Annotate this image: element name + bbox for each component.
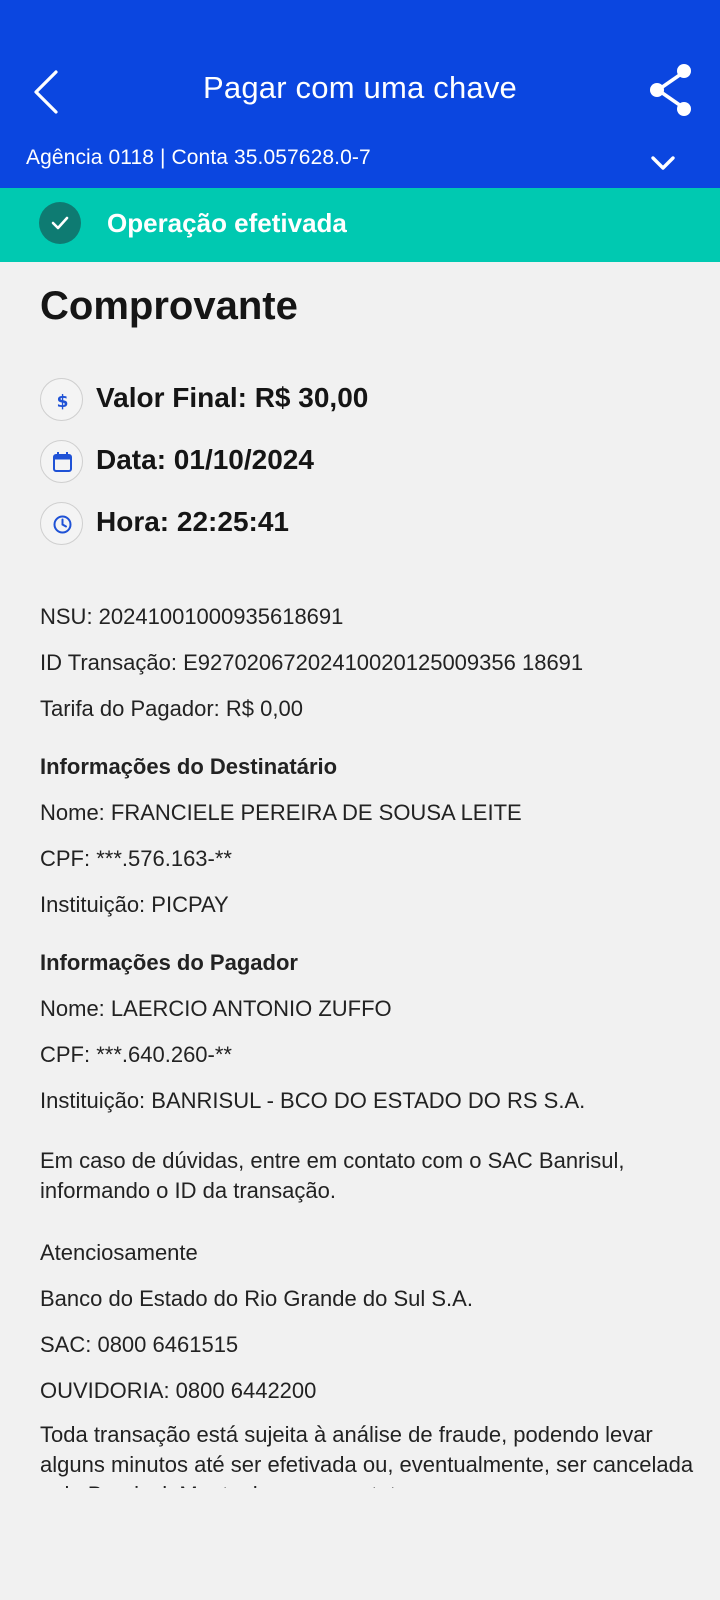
payer-name: Nome: LAERCIO ANTONIO ZUFFO	[40, 996, 392, 1021]
fraud-notice-container: Toda transação está sujeita à análise de…	[0, 1408, 720, 1488]
page-title: Pagar com uma chave	[203, 70, 517, 105]
transaction-id-line: ID Transação: E9270206720241002012500935…	[40, 650, 584, 675]
doubts-text: Em caso de dúvidas, entre em contato com…	[40, 1148, 625, 1203]
account-expand-button[interactable]	[648, 148, 678, 178]
final-value: Valor Final: R$ 30,00	[96, 382, 369, 413]
recipient-cpf: CPF: ***.576.163-**	[40, 846, 232, 871]
status-text: Operação efetivada	[107, 208, 347, 238]
recipient-section-title: Informações do Destinatário	[40, 754, 338, 779]
dollar-icon: $	[40, 378, 83, 421]
recipient-name: Nome: FRANCIELE PEREIRA DE SOUSA LEITE	[40, 800, 522, 825]
payer-cpf: CPF: ***.640.260-**	[40, 1042, 232, 1067]
bank-name: Banco do Estado do Rio Grande do Sul S.A…	[40, 1286, 473, 1311]
payer-fee-line: Tarifa do Pagador: R$ 0,00	[40, 696, 303, 721]
account-selector-label[interactable]: Agência 0118 | Conta 35.057628.0-7	[26, 146, 371, 170]
regards-text: Atenciosamente	[40, 1240, 198, 1265]
share-icon	[650, 64, 691, 116]
svg-text:$: $	[57, 392, 69, 412]
clock-icon	[40, 502, 83, 545]
chevron-down-icon	[651, 156, 675, 170]
transaction-date: Data: 01/10/2024	[96, 444, 314, 475]
payer-institution: Instituição: BANRISUL - BCO DO ESTADO DO…	[40, 1088, 586, 1113]
sac-phone: SAC: 0800 6461515	[40, 1332, 239, 1357]
receipt-heading: Comprovante	[40, 284, 298, 328]
transaction-time: Hora: 22:25:41	[96, 506, 289, 537]
calendar-icon	[40, 440, 83, 483]
fraud-notice-text: Toda transação está sujeita à análise de…	[40, 1422, 694, 1488]
recipient-institution: Instituição: PICPAY	[40, 892, 229, 917]
app-header: Pagar com uma chave Agência 0118 | Conta…	[0, 0, 720, 188]
nsu-line: NSU: 20241001000935618691	[40, 604, 344, 629]
ombudsman-phone: OUVIDORIA: 0800 6442200	[40, 1378, 317, 1403]
share-button[interactable]	[646, 60, 696, 120]
payer-section-title: Informações do Pagador	[40, 950, 298, 975]
check-circle-icon	[39, 202, 81, 244]
